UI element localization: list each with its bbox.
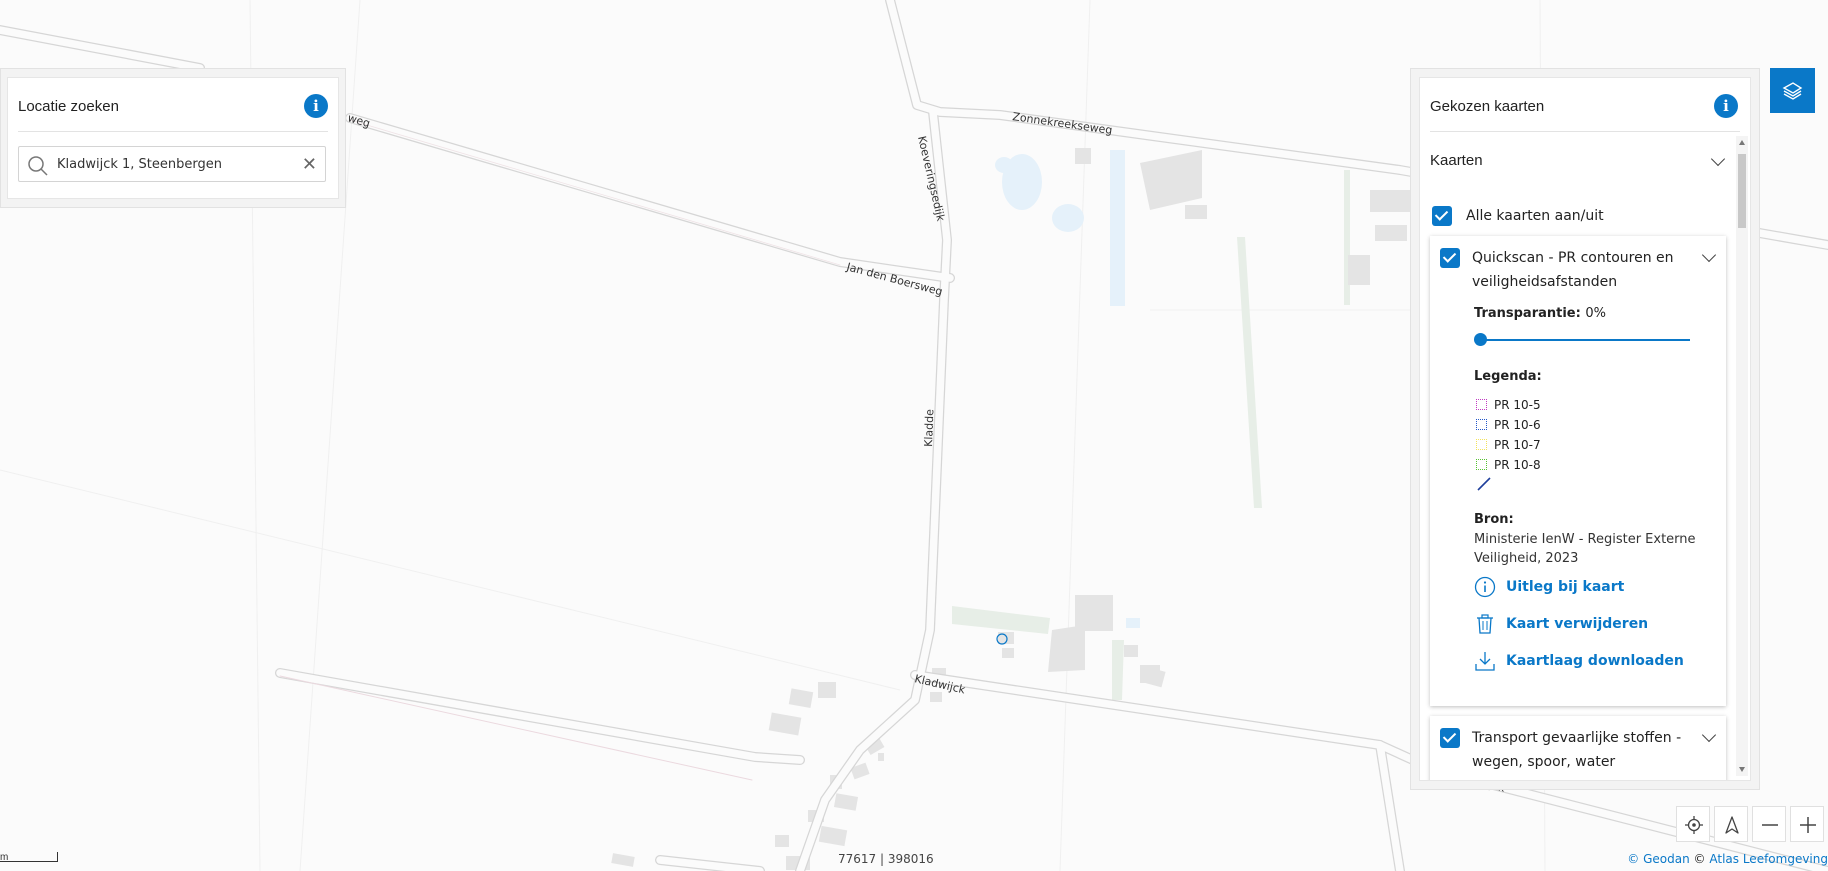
source-text: Ministerie IenW - Register Externe Veili… bbox=[1474, 532, 1696, 566]
plus-icon bbox=[1800, 817, 1816, 833]
chosen-maps-title: Gekozen kaarten bbox=[1430, 98, 1545, 115]
legend-label: Legenda: bbox=[1474, 369, 1542, 384]
maps-section-title: Kaarten bbox=[1430, 152, 1483, 169]
search-field[interactable]: ✕ bbox=[18, 146, 326, 182]
zoom-out-button[interactable] bbox=[1752, 806, 1786, 842]
layer-chevron-icon[interactable] bbox=[1701, 727, 1717, 743]
search-title: Locatie zoeken bbox=[18, 98, 119, 115]
legend-name: PR 10-6 bbox=[1494, 418, 1541, 432]
layer-title-transport: Transport gevaarlijke stoffen - wegen, s… bbox=[1472, 730, 1682, 770]
legend-name: PR 10-5 bbox=[1494, 398, 1541, 412]
north-arrow-icon bbox=[1725, 816, 1739, 834]
layer-checkbox-transport[interactable] bbox=[1440, 728, 1460, 748]
legend-line-symbol bbox=[1477, 477, 1491, 491]
legend-item-pr-10-7: PR 10-7 bbox=[1476, 438, 1541, 454]
chosen-maps-card: Gekozen kaarten i Kaarten Alle kaarten a… bbox=[1419, 77, 1751, 781]
scroll-thumb[interactable] bbox=[1738, 154, 1746, 228]
all-maps-label: Alle kaarten aan/uit bbox=[1466, 208, 1604, 224]
layers-toggle-button[interactable] bbox=[1770, 68, 1815, 113]
legend-swatch-pr-10-5 bbox=[1476, 399, 1487, 410]
road-label-kladde: Kladde bbox=[922, 409, 936, 447]
download-layer-label: Kaartlaag downloaden bbox=[1506, 653, 1684, 669]
trash-icon bbox=[1477, 614, 1493, 634]
layer-card-transport: Transport gevaarlijke stoffen - wegen, s… bbox=[1430, 716, 1726, 780]
search-card: Locatie zoeken i ✕ bbox=[7, 77, 339, 199]
source-label: Bron: bbox=[1474, 512, 1514, 527]
download-icon bbox=[1475, 652, 1495, 671]
legend-swatch-pr-10-7 bbox=[1476, 439, 1487, 450]
search-input[interactable] bbox=[57, 152, 287, 176]
scale-label: m bbox=[0, 852, 9, 863]
all-maps-checkbox[interactable] bbox=[1432, 206, 1452, 226]
search-info-icon[interactable]: i bbox=[304, 94, 328, 118]
transparency-label: Transparantie: 0% bbox=[1474, 306, 1606, 321]
layer-chevron-icon[interactable] bbox=[1701, 247, 1717, 263]
layer-title-quickscan: Quickscan - PR contouren en veiligheidsa… bbox=[1472, 250, 1674, 290]
transparency-label-text: Transparantie: bbox=[1474, 306, 1581, 321]
layer-card-quickscan: Quickscan - PR contouren en veiligheidsa… bbox=[1430, 236, 1726, 706]
crosshair-icon bbox=[1685, 816, 1703, 834]
legend-item-pr-10-5: PR 10-5 bbox=[1476, 398, 1541, 414]
attribution-geodan[interactable]: © Geodan bbox=[1627, 852, 1689, 866]
attribution-atlas[interactable]: Atlas Leefomgeving bbox=[1709, 852, 1828, 866]
transparency-value: 0% bbox=[1585, 306, 1606, 321]
panel-scrollbar[interactable] bbox=[1736, 136, 1748, 776]
scroll-down-icon[interactable] bbox=[1739, 767, 1745, 772]
legend-name: PR 10-7 bbox=[1494, 438, 1541, 452]
layers-icon bbox=[1782, 82, 1803, 100]
chosen-maps-panel: Gekozen kaarten i Kaarten Alle kaarten a… bbox=[1410, 68, 1760, 790]
zoom-in-button[interactable] bbox=[1790, 806, 1824, 842]
attribution-separator: © bbox=[1693, 852, 1706, 866]
explain-map-label: Uitleg bij kaart bbox=[1506, 579, 1625, 595]
legend-item-pr-10-8: PR 10-8 bbox=[1476, 458, 1541, 474]
minus-icon bbox=[1762, 824, 1778, 826]
clear-search-icon[interactable]: ✕ bbox=[302, 154, 317, 174]
legend-swatch-pr-10-8 bbox=[1476, 459, 1487, 470]
chosen-maps-info-icon[interactable]: i bbox=[1714, 94, 1738, 118]
remove-map-label: Kaart verwijderen bbox=[1506, 616, 1649, 632]
coordinates-readout: 77617 | 398016 bbox=[838, 852, 934, 866]
search-icon bbox=[28, 156, 48, 176]
maps-section-chevron-icon[interactable] bbox=[1710, 151, 1726, 167]
compass-button[interactable] bbox=[1714, 806, 1748, 842]
transparency-slider-handle[interactable] bbox=[1474, 333, 1487, 346]
attribution: © Geodan © Atlas Leefomgeving bbox=[1627, 852, 1828, 866]
legend-item-pr-10-6: PR 10-6 bbox=[1476, 418, 1541, 434]
chosen-maps-divider bbox=[1430, 131, 1740, 132]
legend-name: PR 10-8 bbox=[1494, 458, 1541, 472]
layer-checkbox-quickscan[interactable] bbox=[1440, 248, 1460, 268]
info-circle-icon bbox=[1474, 576, 1496, 598]
locate-me-button[interactable] bbox=[1676, 806, 1710, 842]
transparency-slider-track[interactable] bbox=[1480, 339, 1690, 341]
scale-bar bbox=[0, 852, 58, 862]
search-divider bbox=[18, 131, 328, 132]
scroll-up-icon[interactable] bbox=[1739, 140, 1745, 145]
legend-swatch-pr-10-6 bbox=[1476, 419, 1487, 430]
search-panel: Locatie zoeken i ✕ bbox=[0, 68, 346, 208]
